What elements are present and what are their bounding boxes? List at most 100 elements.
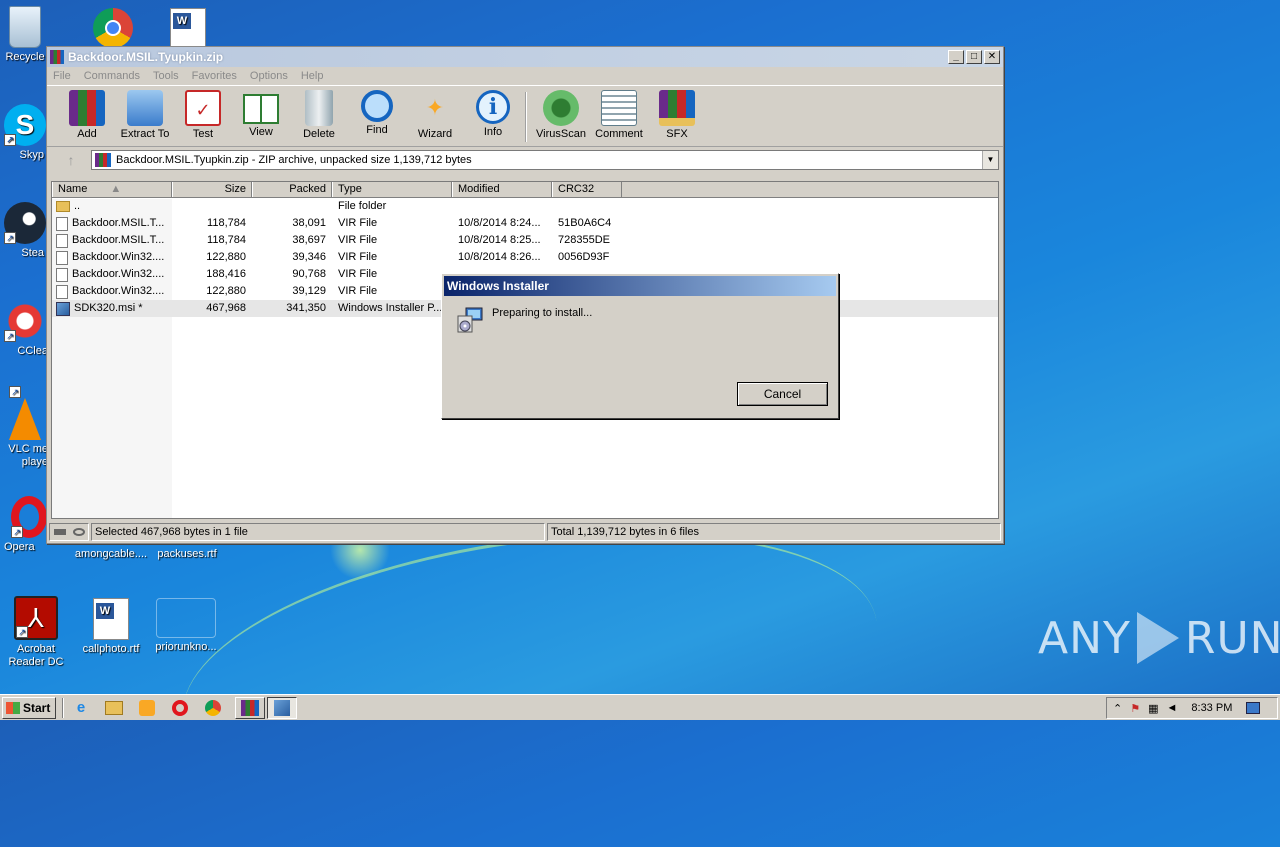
- zip-icon: [95, 153, 111, 167]
- column-type[interactable]: Type: [332, 182, 452, 197]
- table-row[interactable]: Backdoor.MSIL.T... 118,784 38,697 VIR Fi…: [52, 232, 998, 249]
- installer-icon: [56, 301, 70, 316]
- menu-favorites[interactable]: Favorites: [192, 70, 237, 82]
- magnifier-icon: [361, 90, 393, 122]
- clock[interactable]: 8:33 PM: [1191, 702, 1232, 714]
- add-button[interactable]: Add: [59, 88, 115, 140]
- tray-expand-icon[interactable]: ⌃: [1113, 702, 1122, 715]
- start-button[interactable]: Start: [2, 696, 56, 719]
- status-total: Total 1,139,712 bytes in 6 files: [547, 523, 1001, 541]
- taskbar-separator: [62, 697, 64, 718]
- desktop-icon-packuses[interactable]: packuses.rtf: [150, 548, 224, 561]
- column-packed[interactable]: Packed: [252, 182, 332, 197]
- address-bar: ↑ Backdoor.MSIL.Tyupkin.zip - ZIP archiv…: [47, 147, 1003, 173]
- sfx-button[interactable]: SFX: [649, 88, 705, 140]
- desktop-icon-callphoto[interactable]: W callphoto.rtf: [74, 598, 148, 656]
- winrar-icon: [50, 50, 64, 64]
- explorer-icon[interactable]: [103, 697, 125, 719]
- table-row[interactable]: Backdoor.Win32.... 122,880 39,346 VIR Fi…: [52, 249, 998, 266]
- status-bar: Selected 467,968 bytes in 1 file Total 1…: [49, 523, 1001, 541]
- view-button[interactable]: View: [233, 88, 289, 138]
- menu-help[interactable]: Help: [301, 70, 324, 82]
- chevron-down-icon[interactable]: ▼: [982, 151, 998, 169]
- desktop-icon-amongcable[interactable]: amongcable....: [72, 548, 150, 561]
- archive-path-field[interactable]: Backdoor.MSIL.Tyupkin.zip - ZIP archive,…: [91, 150, 999, 170]
- chrome-taskbar-icon[interactable]: [202, 697, 224, 719]
- book-icon: [243, 94, 279, 124]
- action-center-icon[interactable]: ⚑: [1130, 702, 1140, 715]
- column-crc32[interactable]: CRC32: [552, 182, 622, 197]
- desktop-icon-vlc[interactable]: ↗ VLC me playe: [0, 386, 50, 469]
- windows-flag-icon: [6, 701, 20, 714]
- volume-icon[interactable]: ◄: [1167, 702, 1178, 714]
- vlc-icon: ↗: [9, 386, 41, 440]
- extract-to-button[interactable]: Extract To: [117, 88, 173, 140]
- column-modified[interactable]: Modified: [452, 182, 552, 197]
- blank-file-icon: [156, 598, 216, 638]
- show-desktop-icon[interactable]: [1246, 702, 1261, 714]
- folder-icon: [56, 201, 70, 212]
- add-icon: [69, 90, 105, 126]
- menu-tools[interactable]: Tools: [153, 70, 179, 82]
- menu-options[interactable]: Options: [250, 70, 288, 82]
- file-icon: [56, 250, 68, 265]
- window-titlebar[interactable]: Backdoor.MSIL.Tyupkin.zip _ □ ✕: [47, 47, 1003, 67]
- table-row[interactable]: Backdoor.MSIL.T... 118,784 38,091 VIR Fi…: [52, 215, 998, 232]
- delete-button[interactable]: Delete: [291, 88, 347, 140]
- info-button[interactable]: i Info: [465, 88, 521, 138]
- column-name[interactable]: Name ▲: [52, 182, 172, 197]
- up-folder-button[interactable]: ↑: [51, 149, 91, 171]
- find-button[interactable]: Find: [349, 88, 405, 136]
- ccleaner-icon: ↗: [4, 300, 46, 342]
- virusscan-button[interactable]: VirusScan: [533, 88, 589, 140]
- desktop-icon-skype[interactable]: S ↗ Skyp: [0, 104, 50, 162]
- wizard-button[interactable]: ✦ Wizard: [407, 88, 463, 140]
- toolbar-separator: [525, 92, 527, 142]
- drive-icon: [53, 529, 66, 535]
- info-icon: i: [476, 90, 510, 124]
- status-icons: [49, 523, 89, 541]
- taskbar: Start e ⌃ ⚑ ▦ ◄ 8:33 PM: [0, 694, 1280, 720]
- desktop-icon-acrobat[interactable]: ⅄ ↗ Acrobat Reader DC: [0, 596, 72, 669]
- file-icon: [56, 267, 68, 282]
- network-icon[interactable]: ▦: [1148, 702, 1158, 715]
- taskbar-installer[interactable]: [267, 696, 297, 719]
- wallpaper-glow: [165, 492, 895, 847]
- wand-icon: ✦: [425, 95, 445, 120]
- comment-button[interactable]: Comment: [591, 88, 647, 140]
- file-icon: [56, 233, 68, 248]
- key-icon: [72, 528, 85, 536]
- desktop-icon-recycle-bin[interactable]: Recycle: [0, 6, 50, 64]
- acrobat-icon: ⅄ ↗: [14, 596, 58, 640]
- steam-icon: ↗: [4, 202, 46, 244]
- dialog-message: Preparing to install...: [492, 307, 593, 319]
- desktop-icon-chrome[interactable]: [88, 8, 138, 51]
- opera-taskbar-icon[interactable]: [169, 697, 191, 719]
- chrome-icon: [93, 8, 133, 48]
- column-header: Name ▲ Size Packed Type Modified CRC32: [52, 182, 998, 198]
- menu-commands[interactable]: Commands: [84, 70, 140, 82]
- ie-icon[interactable]: e: [70, 697, 92, 719]
- desktop-icon-steam[interactable]: ↗ Stea: [0, 202, 50, 260]
- taskbar-winrar[interactable]: [235, 696, 265, 719]
- trash-icon: [305, 90, 333, 126]
- status-selected: Selected 467,968 bytes in 1 file: [91, 523, 545, 541]
- bug-icon: [543, 90, 579, 126]
- anyrun-watermark: ANY RUN: [1038, 612, 1280, 664]
- cancel-button[interactable]: Cancel: [737, 382, 828, 406]
- table-row[interactable]: .. File folder: [52, 198, 998, 215]
- close-button[interactable]: ✕: [984, 50, 1000, 64]
- file-icon: [56, 284, 68, 299]
- desktop-icon-ccleaner[interactable]: ↗ CClea: [0, 300, 50, 358]
- desktop-icon-priorunkno[interactable]: priorunkno...: [148, 598, 224, 654]
- maximize-button[interactable]: □: [966, 50, 982, 64]
- minimize-button[interactable]: _: [948, 50, 964, 64]
- test-button[interactable]: ✓ Test: [175, 88, 231, 140]
- sfx-icon: [659, 90, 695, 126]
- toolbar: Add Extract To ✓ Test View Delete Find ✦ W…: [47, 85, 1003, 147]
- media-player-icon[interactable]: [136, 697, 158, 719]
- column-size[interactable]: Size: [172, 182, 252, 197]
- folder-icon: [127, 90, 163, 126]
- menu-file[interactable]: File: [53, 70, 71, 82]
- dialog-title[interactable]: Windows Installer: [444, 276, 836, 296]
